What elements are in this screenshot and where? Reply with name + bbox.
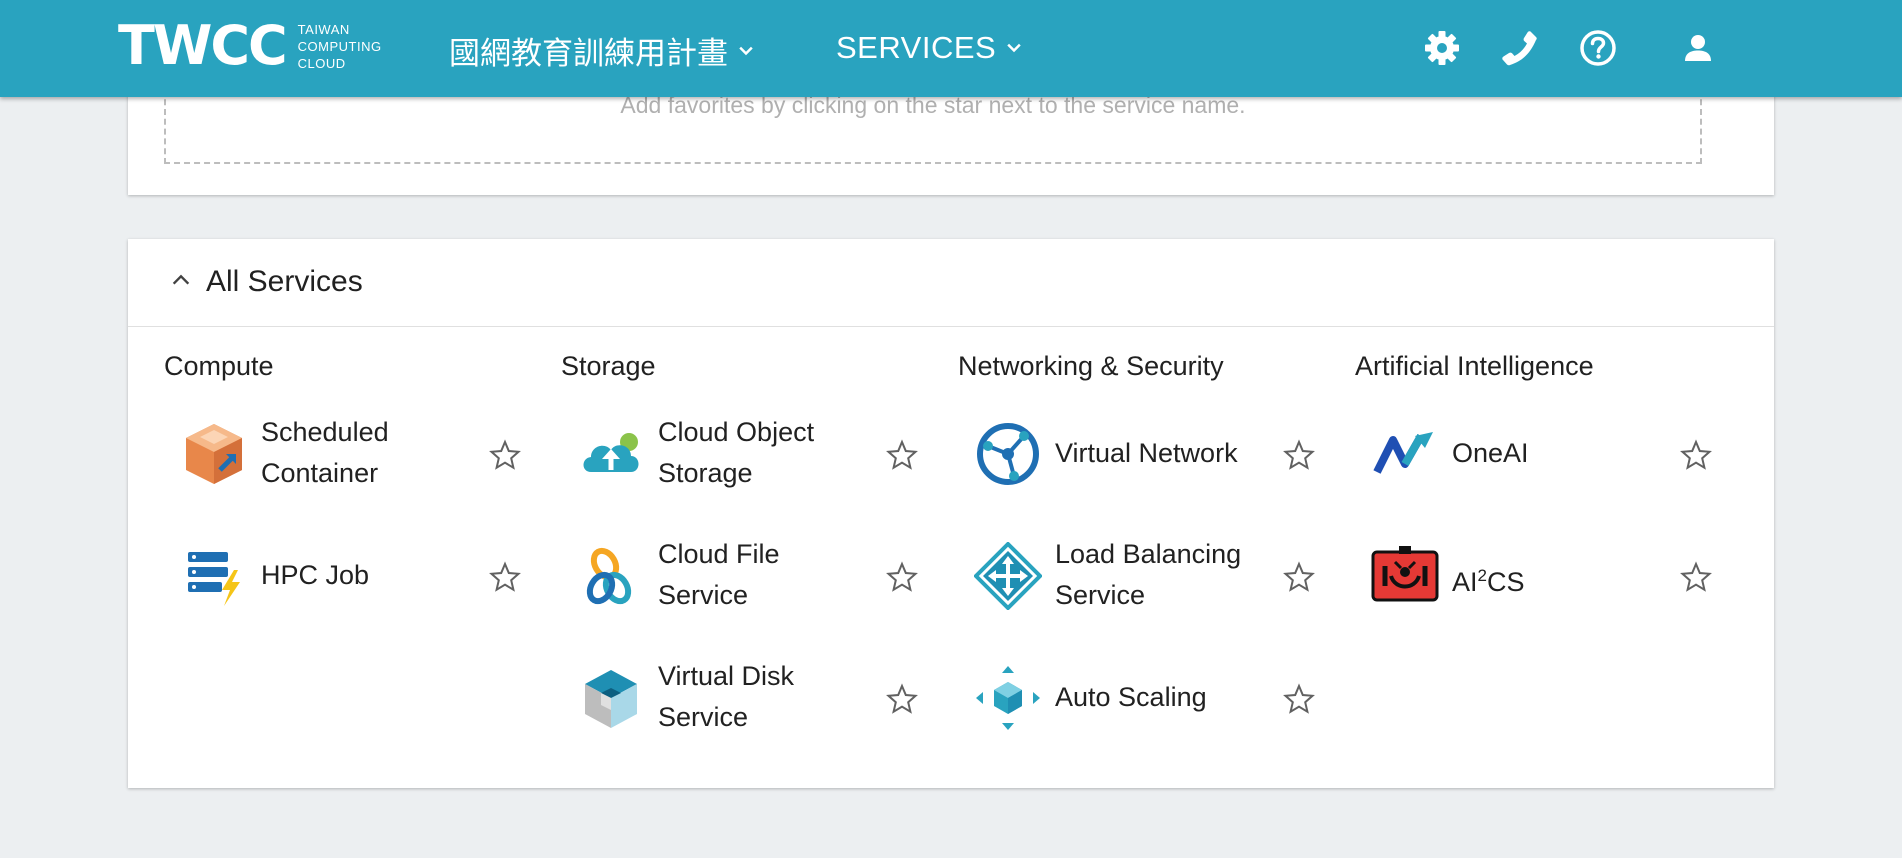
service-scheduled-container[interactable]: Scheduled Container <box>164 391 560 513</box>
category-title: Compute <box>164 351 274 381</box>
chain-link-icon <box>586 547 632 605</box>
ai2cs-logo-icon <box>1371 546 1439 602</box>
star-icon[interactable] <box>1283 683 1315 715</box>
hpc-server-icon <box>188 552 240 606</box>
chevron-down-icon <box>1007 43 1021 53</box>
gear-icon[interactable] <box>1422 28 1462 68</box>
chevron-up-icon[interactable] <box>170 269 192 291</box>
network-globe-icon <box>977 423 1039 485</box>
service-name: Virtual Disk Service <box>658 661 795 732</box>
service-cloud-object-storage[interactable]: Cloud Object Storage <box>561 391 957 513</box>
service-name: OneAI <box>1452 438 1529 468</box>
services-label: SERVICES <box>836 30 997 65</box>
user-icon[interactable] <box>1678 28 1718 68</box>
project-dropdown[interactable]: 國網教育訓練用計畫 <box>449 28 756 73</box>
star-icon[interactable] <box>886 561 918 593</box>
services-dropdown[interactable]: SERVICES <box>836 30 1024 66</box>
service-cloud-file-service[interactable]: Cloud File Service <box>561 513 957 635</box>
service-virtual-disk-service[interactable]: Virtual Disk Service <box>561 635 957 757</box>
help-icon[interactable] <box>1578 28 1618 68</box>
category-networking-security: Networking & Security Virtual Network Lo… <box>958 351 1354 757</box>
service-name: Load Balancing Service <box>1055 539 1242 610</box>
category-title: Networking & Security <box>958 351 1224 381</box>
service-name: Auto Scaling <box>1055 682 1207 712</box>
service-name: HPC Job <box>261 560 370 590</box>
category-artificial-intelligence: Artificial Intelligence OneAI AI2CS <box>1355 351 1751 635</box>
logo-text: TAIWAN COMPUTING CLOUD <box>297 21 382 71</box>
star-icon[interactable] <box>1283 561 1315 593</box>
category-title: Artificial Intelligence <box>1355 351 1594 381</box>
all-services-card: All Services Compute Scheduled Container <box>128 239 1774 788</box>
load-balancer-icon <box>974 542 1042 610</box>
top-navbar: TWCC TAIWAN COMPUTING CLOUD 國網教育訓練用計畫 SE… <box>0 0 1902 97</box>
star-icon[interactable] <box>1680 439 1712 471</box>
chevron-down-icon <box>739 46 753 55</box>
service-hpc-job[interactable]: HPC Job <box>164 513 560 635</box>
star-icon[interactable] <box>1283 439 1315 471</box>
star-icon[interactable] <box>489 561 521 593</box>
service-virtual-network[interactable]: Virtual Network <box>958 391 1354 513</box>
twcc-logo[interactable]: TWCC TAIWAN COMPUTING CLOUD <box>118 18 382 74</box>
category-compute: Compute Scheduled Container HPC Job <box>164 351 560 635</box>
service-auto-scaling[interactable]: Auto Scaling <box>958 635 1354 757</box>
service-load-balancing[interactable]: Load Balancing Service <box>958 513 1354 635</box>
phone-icon[interactable] <box>1500 28 1540 68</box>
auto-scaling-icon <box>976 666 1040 730</box>
service-name: Cloud File Service <box>658 539 780 610</box>
star-icon[interactable] <box>489 439 521 471</box>
service-name: AI2CS <box>1452 566 1525 597</box>
all-services-header[interactable]: All Services <box>128 239 1774 327</box>
service-name: Virtual Network <box>1055 438 1238 468</box>
all-services-title: All Services <box>206 265 363 298</box>
category-storage: Storage Cloud Object Storage Cloud File … <box>561 351 957 757</box>
star-icon[interactable] <box>1680 561 1712 593</box>
project-label: 國網教育訓練用計畫 <box>449 36 728 72</box>
category-title: Storage <box>561 351 656 381</box>
service-oneai[interactable]: OneAI <box>1355 391 1751 513</box>
disk-cube-icon <box>585 670 637 728</box>
star-icon[interactable] <box>886 683 918 715</box>
service-name: Scheduled Container <box>261 417 389 488</box>
container-box-icon <box>186 424 242 484</box>
star-icon[interactable] <box>886 439 918 471</box>
cloud-upload-icon <box>583 433 639 472</box>
service-name: Cloud Object Storage <box>658 417 815 488</box>
oneai-logo-icon <box>1373 432 1433 474</box>
service-ai2cs[interactable]: AI2CS <box>1355 513 1751 635</box>
logo-mark: TWCC <box>118 14 288 77</box>
